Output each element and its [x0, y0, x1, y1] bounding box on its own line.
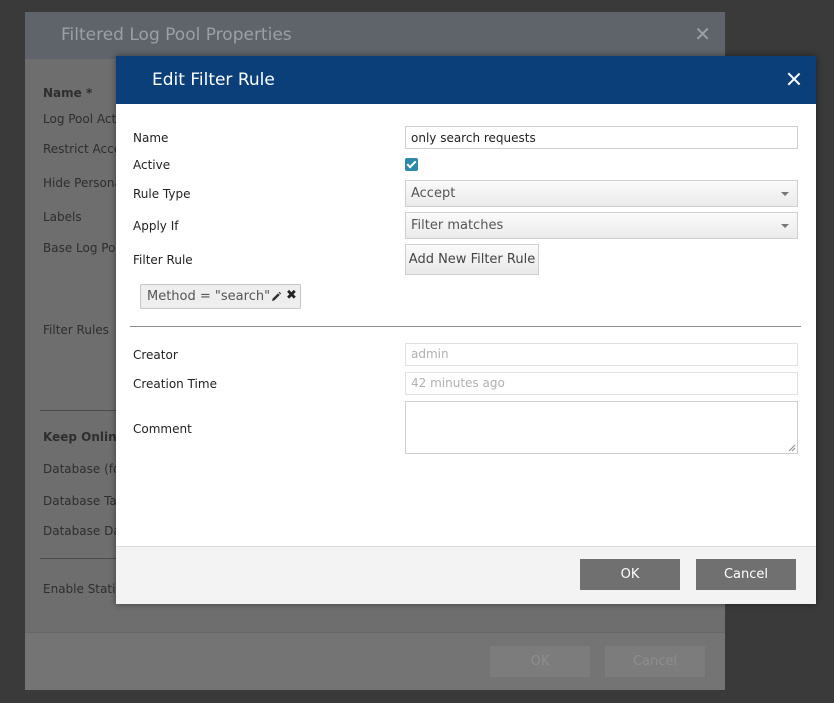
- filter-rule-tag-text: Method = "search": [147, 289, 271, 304]
- rule-type-value: Accept: [411, 186, 456, 201]
- background-cancel-button: Cancel: [605, 646, 705, 677]
- chevron-down-icon: [781, 192, 789, 196]
- dialog-title: Edit Filter Rule: [152, 70, 275, 90]
- remove-icon[interactable]: ✖: [286, 288, 297, 304]
- background-dialog-header: Filtered Log Pool Properties ✕: [25, 12, 725, 59]
- background-ok-button: OK: [490, 646, 590, 677]
- cancel-button[interactable]: Cancel: [696, 559, 796, 590]
- filter-rule-tag: Method = "search" ✖: [140, 284, 301, 309]
- bg-label-base-log-pool: Base Log Pool: [43, 241, 127, 255]
- add-new-filter-rule-button[interactable]: Add New Filter Rule: [405, 244, 539, 275]
- background-dialog-footer: OK Cancel: [25, 632, 725, 690]
- close-icon[interactable]: [787, 72, 801, 86]
- name-label: Name: [133, 131, 169, 145]
- name-input[interactable]: [405, 126, 798, 149]
- background-close-icon: ✕: [694, 22, 711, 46]
- bg-divider: [40, 558, 120, 559]
- bg-label-database-for: Database (for: [43, 462, 126, 476]
- bg-divider: [40, 410, 120, 411]
- bg-label-filter-rules: Filter Rules: [43, 323, 109, 337]
- rule-type-select[interactable]: Accept: [405, 180, 798, 207]
- active-label: Active: [133, 158, 171, 172]
- comment-textarea[interactable]: [405, 401, 798, 454]
- background-dialog-title: Filtered Log Pool Properties: [61, 25, 292, 45]
- chevron-down-icon: [781, 224, 789, 228]
- bg-label-database-data: Database Dat: [43, 524, 126, 538]
- filter-rule-label: Filter Rule: [133, 253, 193, 267]
- rule-type-label: Rule Type: [133, 187, 191, 201]
- section-divider: [130, 326, 801, 327]
- creation-time-field: 42 minutes ago: [405, 372, 798, 395]
- ok-button[interactable]: OK: [580, 559, 680, 590]
- bg-label-labels: Labels: [43, 210, 82, 224]
- pencil-icon[interactable]: [270, 291, 282, 303]
- bg-label-enable-statistics: Enable Statist: [43, 582, 127, 596]
- apply-if-label: Apply If: [133, 219, 179, 233]
- creator-field: admin: [405, 343, 798, 366]
- apply-if-select[interactable]: Filter matches: [405, 212, 798, 239]
- bg-label-hide-personal: Hide Personal: [43, 176, 126, 190]
- creator-label: Creator: [133, 348, 178, 362]
- comment-label: Comment: [133, 422, 192, 436]
- bg-label-database-table: Database Tab: [43, 494, 125, 508]
- edit-filter-rule-dialog: Edit Filter Rule Name Active Rule Type A…: [116, 56, 816, 604]
- dialog-header: Edit Filter Rule: [116, 56, 816, 104]
- apply-if-value: Filter matches: [411, 218, 504, 233]
- active-checkbox[interactable]: [405, 158, 418, 171]
- bg-label-name: Name *: [43, 86, 93, 100]
- dialog-footer: OK Cancel: [116, 546, 816, 604]
- creation-time-label: Creation Time: [133, 377, 217, 391]
